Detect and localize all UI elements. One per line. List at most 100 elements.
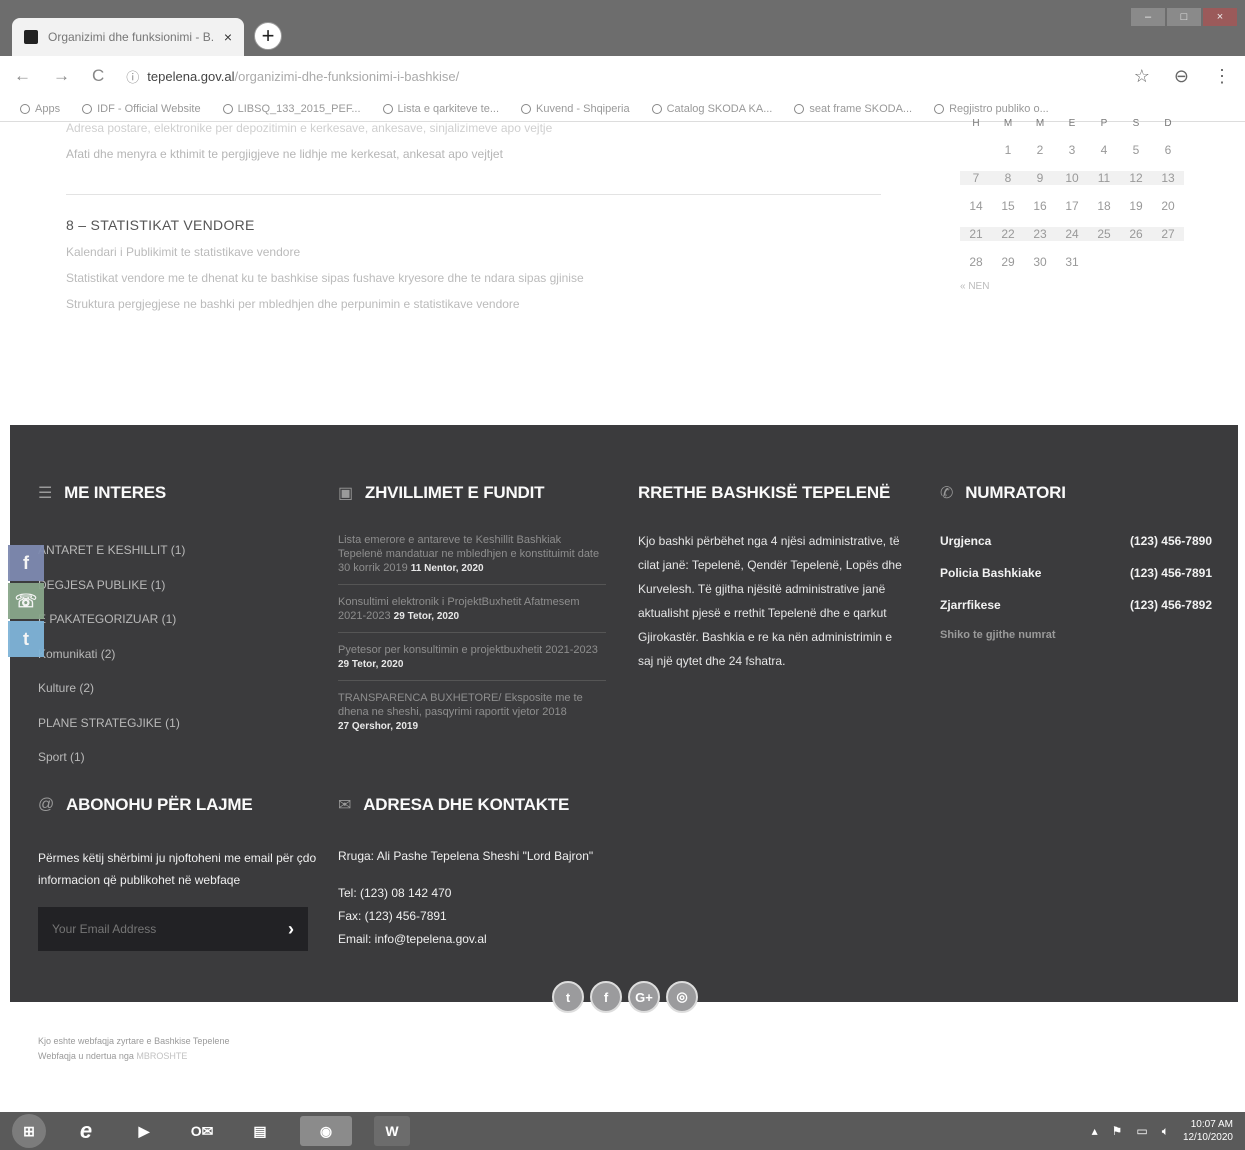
calendar-day[interactable]: 5 <box>1120 143 1152 157</box>
email-input[interactable] <box>52 922 252 936</box>
category-item[interactable]: Komunikati (2) <box>38 637 318 672</box>
menu-icon[interactable]: ⋮ <box>1213 66 1231 87</box>
calendar-day[interactable]: 1 <box>992 143 1024 157</box>
bookmark-item[interactable]: IDF - Official Website <box>82 103 201 115</box>
word-icon[interactable]: W <box>374 1116 410 1146</box>
twitter-icon[interactable]: t <box>552 981 584 1013</box>
chrome-icon[interactable]: ◉ <box>300 1116 352 1146</box>
info-icon[interactable]: ⓘ <box>126 67 139 86</box>
calendar-day[interactable]: 26 <box>1120 227 1152 241</box>
calendar-day[interactable]: 20 <box>1152 199 1184 213</box>
forward-icon[interactable]: → <box>53 66 70 86</box>
number-row: Zjarrfikese (123) 456-7892 <box>940 598 1212 612</box>
calendar-day[interactable]: 22 <box>992 227 1024 241</box>
calendar-day[interactable]: 21 <box>960 227 992 241</box>
bookmark-item[interactable]: Kuvend - Shqiperia <box>521 103 630 115</box>
calendar-day[interactable]: 11 <box>1088 171 1120 185</box>
explorer-icon[interactable]: ▤ <box>242 1116 278 1146</box>
category-item[interactable]: ANTARET E KESHILLIT (1) <box>38 533 318 568</box>
ie-icon[interactable]: e <box>68 1116 104 1146</box>
bookmark-item[interactable]: Lista e qarkiteve te... <box>382 103 499 115</box>
clock[interactable]: 10:07 AM 12/10/2020 <box>1183 1118 1233 1144</box>
category-item[interactable]: E PAKATEGORIZUAR (1) <box>38 602 318 637</box>
calendar-day[interactable]: 4 <box>1088 143 1120 157</box>
url-host: tepelena.gov.al <box>147 68 235 84</box>
image-icon: ▣ <box>338 485 353 502</box>
twitter-share-icon[interactable]: t <box>8 621 44 657</box>
tab-close-icon[interactable]: × <box>224 29 232 45</box>
back-icon[interactable]: ← <box>14 66 31 86</box>
calendar-day[interactable]: 6 <box>1152 143 1184 157</box>
calendar-day[interactable]: 27 <box>1152 227 1184 241</box>
subscribe-submit-icon[interactable]: › <box>288 919 294 940</box>
calendar-day[interactable]: 29 <box>992 255 1024 269</box>
close-window-icon[interactable]: × <box>1203 8 1237 26</box>
calendar-prev-link[interactable]: « NEN <box>960 281 1190 292</box>
calendar-day[interactable]: 17 <box>1056 199 1088 213</box>
address-email[interactable]: Email: info@tepelena.gov.al <box>338 928 628 951</box>
bookmark-item[interactable]: Catalog SKODA KA... <box>651 103 772 115</box>
whatsapp-share-icon[interactable]: ☏ <box>8 583 44 619</box>
account-icon[interactable]: ⊖ <box>1174 66 1189 87</box>
calendar-day[interactable]: 12 <box>1120 171 1152 185</box>
section-link[interactable]: Statistikat vendore me te dhenat ku te b… <box>66 265 886 291</box>
flag-icon[interactable]: ⚑ <box>1112 1124 1123 1138</box>
maximize-icon[interactable]: □ <box>1167 8 1201 26</box>
url-field[interactable]: ⓘ tepelena.gov.al/organizimi-dhe-funksio… <box>126 67 1111 86</box>
new-tab-button[interactable]: + <box>254 22 282 50</box>
calendar-day[interactable]: 3 <box>1056 143 1088 157</box>
tray-arrow-icon[interactable]: ▴ <box>1092 1124 1098 1138</box>
news-item[interactable]: TRANSPARENCA BUXHETORE/ Eksposite me te … <box>338 681 606 742</box>
outlook-icon[interactable]: O✉ <box>184 1116 220 1146</box>
calendar-day[interactable]: 25 <box>1088 227 1120 241</box>
bookmark-item[interactable]: LIBSQ_133_2015_PEF... <box>222 103 361 115</box>
bookmark-item[interactable]: Apps <box>20 103 60 115</box>
facebook-icon[interactable]: f <box>590 981 622 1013</box>
facebook-share-icon[interactable]: f <box>8 545 44 581</box>
instagram-icon[interactable]: ◎ <box>666 981 698 1013</box>
category-item[interactable]: DEGJESA PUBLIKE (1) <box>38 568 318 603</box>
minimize-icon[interactable]: – <box>1131 8 1165 26</box>
section-link[interactable]: Struktura pergjegjese ne bashki per mble… <box>66 291 886 317</box>
calendar-day[interactable]: 18 <box>1088 199 1120 213</box>
calendar-day[interactable]: 30 <box>1024 255 1056 269</box>
calendar-day[interactable]: 23 <box>1024 227 1056 241</box>
calendar-day[interactable]: 16 <box>1024 199 1056 213</box>
news-item[interactable]: Konsultimi elektronik i ProjektBuxhetit … <box>338 585 606 633</box>
faded-line[interactable]: Afati dhe menyra e kthimit te pergjigjev… <box>66 144 886 164</box>
developer-link[interactable]: MBROSHTE <box>136 1051 187 1061</box>
calendar-day[interactable]: 28 <box>960 255 992 269</box>
interes-column: ☰ ME INTERES ANTARET E KESHILLIT (1) DEGJ… <box>38 483 318 775</box>
category-item[interactable]: Sport (1) <box>38 740 318 775</box>
news-item[interactable]: Lista emerore e antareve te Keshillit Ba… <box>338 523 606 585</box>
category-item[interactable]: Kulture (2) <box>38 671 318 706</box>
calendar-day[interactable]: 8 <box>992 171 1024 185</box>
calendar-day[interactable]: 10 <box>1056 171 1088 185</box>
media-player-icon[interactable]: ▶ <box>126 1116 162 1146</box>
bookmark-item[interactable]: seat frame SKODA... <box>794 103 912 115</box>
rreth-column: RRETHE BASHKISË TEPELENË Kjo bashki përb… <box>638 483 910 673</box>
section-link[interactable]: Kalendari i Publikimit te statistikave v… <box>66 239 886 265</box>
google-plus-icon[interactable]: G+ <box>628 981 660 1013</box>
calendar-day[interactable]: 9 <box>1024 171 1056 185</box>
calendar-day[interactable]: 15 <box>992 199 1024 213</box>
calendar-day[interactable]: 13 <box>1152 171 1184 185</box>
calendar-day[interactable]: 14 <box>960 199 992 213</box>
browser-tab[interactable]: Organizimi dhe funksionimi - B... × <box>12 18 244 56</box>
address-tel[interactable]: Tel: (123) 08 142 470 <box>338 882 628 905</box>
bookmark-item[interactable]: Regjistro publiko o... <box>934 103 1049 115</box>
calendar-day[interactable]: 31 <box>1056 255 1088 269</box>
calendar-day[interactable]: 7 <box>960 171 992 185</box>
calendar-day[interactable]: 2 <box>1024 143 1056 157</box>
adresa-heading: ✉ ADRESA DHE KONTAKTE <box>338 795 570 814</box>
calendar-day[interactable]: 19 <box>1120 199 1152 213</box>
volume-icon[interactable]: 🔈︎ <box>1162 1124 1169 1139</box>
category-item[interactable]: PLANE STRATEGJIKE (1) <box>38 706 318 741</box>
star-icon[interactable]: ☆ <box>1134 66 1150 87</box>
network-icon[interactable]: ▭ <box>1136 1124 1147 1138</box>
calendar-day[interactable]: 24 <box>1056 227 1088 241</box>
start-button[interactable]: ⊞ <box>12 1114 46 1148</box>
news-item[interactable]: Pyetesor per konsultimin e projektbuxhet… <box>338 633 606 681</box>
reload-icon[interactable]: C <box>92 66 104 86</box>
all-numbers-link[interactable]: Shiko te gjithe numrat <box>940 629 1212 641</box>
